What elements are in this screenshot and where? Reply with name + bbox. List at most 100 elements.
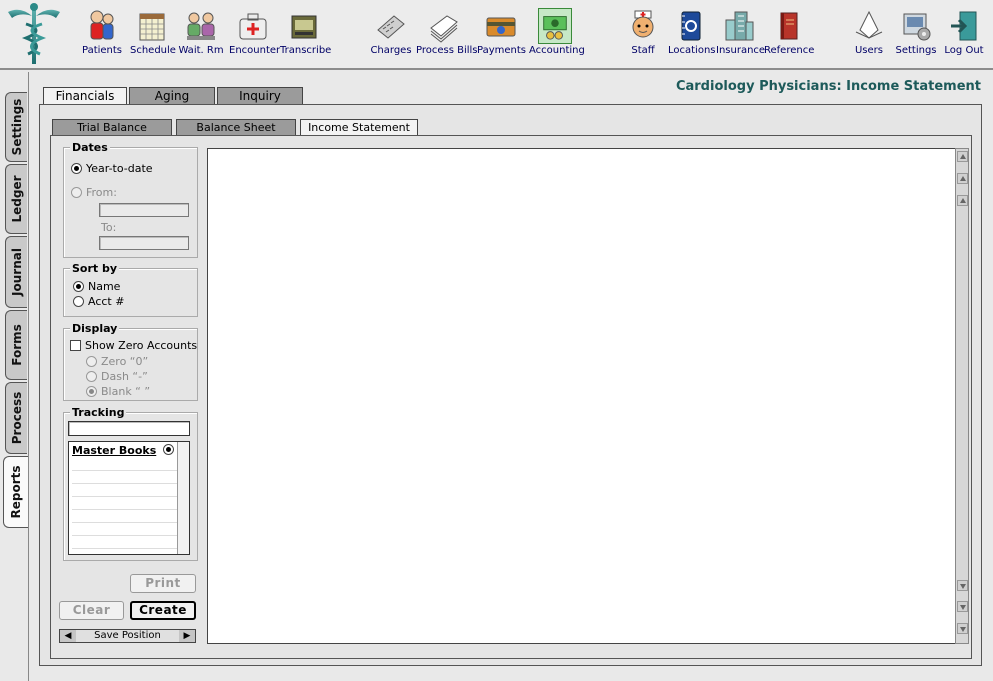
list-item bbox=[72, 458, 177, 471]
dates-group: Dates Year-to-date From: To: bbox=[63, 141, 198, 258]
insurance-icon bbox=[725, 11, 754, 41]
sort-by-group: Sort by Name Acct # bbox=[63, 262, 198, 317]
toolbar-label: Charges bbox=[370, 45, 412, 56]
year-to-date-radio[interactable] bbox=[71, 163, 82, 174]
to-date-field[interactable] bbox=[99, 236, 189, 250]
side-tab-label: Ledger bbox=[9, 175, 24, 223]
side-tab-reports[interactable]: Reports bbox=[3, 456, 28, 528]
toolbar-schedule[interactable]: Schedule bbox=[130, 8, 176, 56]
toolbar-locations[interactable]: Locations bbox=[668, 8, 716, 56]
dash-label: Dash “-” bbox=[101, 370, 148, 383]
side-tab-label: Process bbox=[9, 391, 24, 445]
tab-balance-sheet[interactable]: Balance Sheet bbox=[176, 119, 296, 135]
scroll-down-icon[interactable] bbox=[957, 580, 968, 591]
from-radio[interactable] bbox=[71, 187, 82, 198]
report-output-area[interactable] bbox=[207, 148, 959, 644]
reference-icon bbox=[780, 12, 798, 40]
scroll-up-icon[interactable] bbox=[957, 195, 968, 206]
from-label: From: bbox=[86, 186, 117, 199]
main-toolbar: Patients Schedule Wait. Rm Encounter Tra… bbox=[0, 0, 993, 70]
toolbar-staff[interactable]: Staff bbox=[624, 8, 662, 56]
accounting-icon bbox=[538, 8, 572, 44]
toolbar-label: Encounter bbox=[229, 45, 281, 56]
income-statement-panel: Dates Year-to-date From: To: Sort by Nam… bbox=[50, 135, 972, 659]
toolbar-insurance[interactable]: Insurance bbox=[716, 8, 765, 56]
show-zero-accounts-label: Show Zero Accounts bbox=[85, 339, 198, 352]
toolbar-reference[interactable]: Reference bbox=[764, 8, 814, 56]
list-item bbox=[72, 523, 177, 536]
next-position-icon[interactable]: ▶ bbox=[179, 630, 195, 642]
sort-name-radio[interactable] bbox=[73, 281, 84, 292]
side-tab-label: Journal bbox=[9, 248, 24, 296]
page-title: Cardiology Physicians: Income Statement bbox=[675, 79, 981, 94]
tracking-group-title: Tracking bbox=[70, 406, 127, 419]
prev-position-icon[interactable]: ◀ bbox=[60, 630, 76, 642]
charges-icon bbox=[377, 15, 405, 39]
tab-trial-balance[interactable]: Trial Balance bbox=[52, 119, 172, 135]
display-group: Display Show Zero Accounts Zero “0” Dash… bbox=[63, 322, 198, 401]
toolbar-log-out[interactable]: Log Out bbox=[943, 8, 985, 56]
print-button[interactable]: Print bbox=[130, 574, 196, 593]
waiting-room-icon bbox=[187, 12, 215, 40]
tab-financials[interactable]: Financials bbox=[43, 87, 127, 105]
create-button[interactable]: Create bbox=[130, 601, 196, 620]
toolbar-process-bills[interactable]: Process Bills bbox=[416, 8, 478, 56]
year-to-date-label: Year-to-date bbox=[86, 162, 153, 175]
toolbar-label: Users bbox=[854, 45, 883, 56]
scroll-page-down-icon[interactable] bbox=[957, 601, 968, 612]
scroll-bottom-icon[interactable] bbox=[957, 623, 968, 634]
encounter-icon bbox=[239, 13, 267, 40]
scroll-top-icon[interactable] bbox=[957, 151, 968, 162]
toolbar-patients[interactable]: Patients bbox=[80, 8, 124, 56]
tab-income-statement[interactable]: Income Statement bbox=[300, 119, 418, 135]
side-tab-process[interactable]: Process bbox=[5, 382, 27, 454]
toolbar-label: Payments bbox=[477, 45, 526, 56]
report-scrollbar[interactable] bbox=[955, 148, 969, 644]
locations-icon bbox=[681, 11, 701, 41]
blank-radio[interactable] bbox=[86, 386, 97, 397]
toolbar-waiting-room[interactable]: Wait. Rm bbox=[178, 8, 224, 56]
show-zero-accounts-checkbox[interactable] bbox=[70, 340, 81, 351]
clear-button[interactable]: Clear bbox=[59, 601, 124, 620]
toolbar-settings[interactable]: Settings bbox=[894, 8, 938, 56]
sort-acct-label: Acct # bbox=[88, 295, 125, 308]
toolbar-users[interactable]: Users bbox=[850, 8, 888, 56]
dash-radio[interactable] bbox=[86, 371, 97, 382]
toolbar-charges[interactable]: Charges bbox=[370, 8, 412, 56]
toolbar-payments[interactable]: Payments bbox=[477, 8, 526, 56]
tab-aging[interactable]: Aging bbox=[129, 87, 215, 105]
side-tab-label: Settings bbox=[9, 98, 24, 156]
sort-acct-radio[interactable] bbox=[73, 296, 84, 307]
master-books-item[interactable]: Master Books bbox=[72, 444, 156, 457]
sort-by-group-title: Sort by bbox=[70, 262, 120, 275]
master-books-radio[interactable] bbox=[163, 444, 174, 455]
side-tab-forms[interactable]: Forms bbox=[5, 310, 27, 380]
payments-icon bbox=[486, 17, 516, 37]
list-item bbox=[72, 471, 177, 484]
toolbar-label: Staff bbox=[631, 45, 655, 56]
main-area: Cardiology Physicians: Income Statement … bbox=[28, 72, 993, 681]
side-tab-journal[interactable]: Journal bbox=[5, 236, 27, 308]
zero-label: Zero “0” bbox=[101, 355, 149, 368]
save-position-label[interactable]: Save Position bbox=[94, 630, 161, 641]
list-item bbox=[72, 484, 177, 497]
transcribe-icon bbox=[291, 15, 317, 39]
toolbar-label: Settings bbox=[895, 45, 937, 56]
toolbar-encounter[interactable]: Encounter bbox=[229, 8, 281, 56]
side-tab-label: Forms bbox=[9, 324, 24, 366]
toolbar-label: Accounting bbox=[529, 45, 585, 56]
tab-inquiry[interactable]: Inquiry bbox=[217, 87, 303, 105]
toolbar-accounting[interactable]: Accounting bbox=[529, 8, 585, 56]
users-icon bbox=[855, 10, 883, 39]
scroll-page-up-icon[interactable] bbox=[957, 173, 968, 184]
financials-panel: Trial Balance Balance Sheet Income State… bbox=[39, 104, 982, 666]
process-bills-icon bbox=[430, 15, 458, 43]
tracking-scrollbar[interactable] bbox=[177, 442, 189, 554]
tracking-filter-input[interactable] bbox=[68, 421, 190, 436]
side-tab-ledger[interactable]: Ledger bbox=[5, 164, 27, 234]
zero-radio[interactable] bbox=[86, 356, 97, 367]
toolbar-label: Wait. Rm bbox=[178, 45, 224, 56]
from-date-field[interactable] bbox=[99, 203, 189, 217]
side-tab-settings[interactable]: Settings bbox=[5, 92, 27, 162]
toolbar-transcribe[interactable]: Transcribe bbox=[280, 8, 331, 56]
